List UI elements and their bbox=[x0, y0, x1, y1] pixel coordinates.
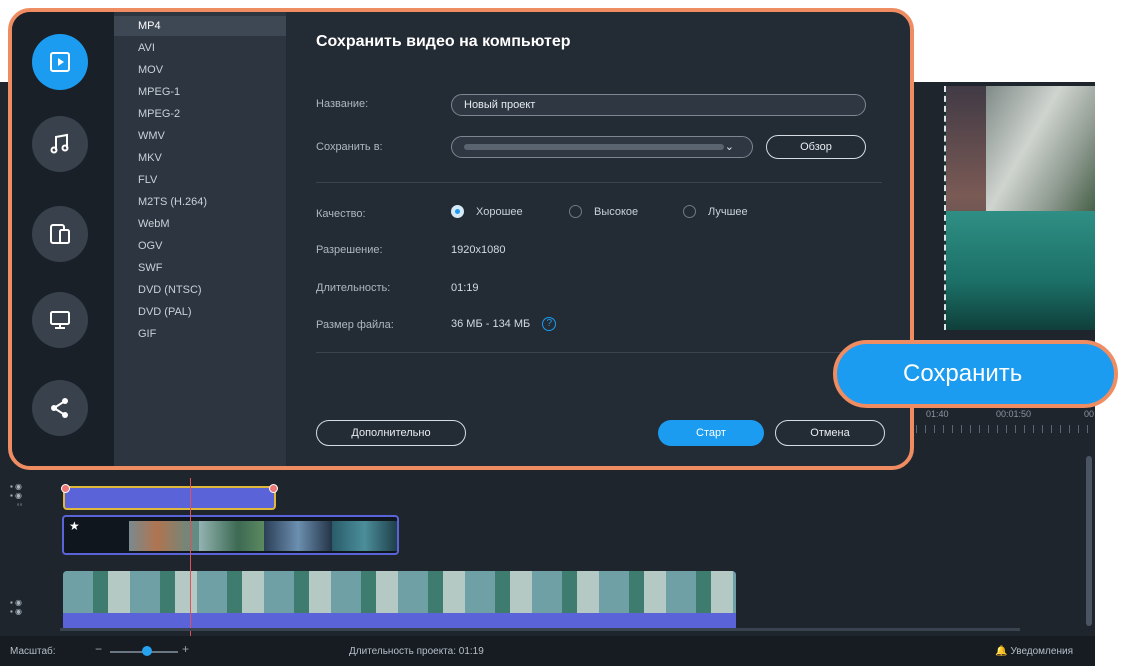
quality-option-best[interactable]: Лучшее bbox=[683, 205, 748, 218]
format-list: MP4 AVI MOV MPEG-1 MPEG-2 WMV MKV FLV M2… bbox=[114, 12, 286, 466]
format-item-dvd-ntsc[interactable]: DVD (NTSC) bbox=[114, 280, 286, 300]
video-clip[interactable] bbox=[63, 571, 736, 631]
status-bar: Масштаб: − + Длительность проекта: 01:19… bbox=[0, 636, 1095, 666]
radio-selected-icon[interactable] bbox=[451, 205, 464, 218]
clip-handle[interactable] bbox=[61, 484, 70, 493]
quality-option-label: Высокое bbox=[594, 205, 639, 218]
horizontal-scrollbar[interactable] bbox=[60, 628, 1020, 631]
radio-icon[interactable] bbox=[569, 205, 582, 218]
quality-option-label: Хорошее bbox=[476, 205, 523, 218]
clip-thumbnail bbox=[332, 521, 397, 551]
clip-thumbnail bbox=[199, 521, 264, 551]
ruler-label: 01:40 bbox=[926, 409, 949, 419]
start-button[interactable]: Старт bbox=[658, 420, 764, 446]
audio-track-controls[interactable]: ▪ ◉ ▪ ◉ ◦◦ bbox=[10, 482, 50, 509]
preview-water bbox=[946, 211, 1098, 330]
filesize-row: 36 МБ - 134 МБ? bbox=[451, 317, 557, 331]
ruler-label: 00 bbox=[1084, 409, 1095, 419]
export-category-sidebar bbox=[12, 12, 114, 466]
video-track-controls[interactable]: ▪ ◉ ▪ ◉ bbox=[10, 598, 50, 616]
zoom-out-icon[interactable]: − bbox=[95, 642, 102, 656]
ruler-label: 00:01:50 bbox=[996, 409, 1032, 419]
quality-label: Качество: bbox=[316, 208, 366, 220]
audio-clip[interactable] bbox=[61, 484, 278, 510]
format-item-ogv[interactable]: OGV bbox=[114, 236, 286, 256]
resolution-label: Разрешение: bbox=[316, 244, 383, 256]
cancel-button[interactable]: Отмена bbox=[775, 420, 885, 446]
notifications-label: Уведомления bbox=[1010, 646, 1073, 657]
format-item-swf[interactable]: SWF bbox=[114, 258, 286, 278]
format-item-webm[interactable]: WebM bbox=[114, 214, 286, 234]
divider bbox=[316, 182, 882, 183]
monitor-icon[interactable] bbox=[32, 292, 88, 348]
clip-handle[interactable] bbox=[269, 484, 278, 493]
format-item-flv[interactable]: FLV bbox=[114, 170, 286, 190]
star-icon: ★ bbox=[69, 519, 80, 533]
save-to-label: Сохранить в: bbox=[316, 141, 383, 153]
scale-label: Масштаб: bbox=[10, 646, 56, 657]
filesize-label: Размер файла: bbox=[316, 319, 394, 331]
resolution-value: 1920x1080 bbox=[451, 244, 506, 256]
playhead[interactable] bbox=[190, 478, 191, 636]
ruler-ticks bbox=[916, 425, 1096, 433]
quality-option-good[interactable]: Хорошее bbox=[451, 205, 523, 218]
save-path-field[interactable]: ⌄ bbox=[451, 136, 753, 158]
video-frames bbox=[63, 571, 736, 613]
quality-option-label: Лучшее bbox=[708, 205, 748, 218]
title-clip[interactable]: ★ bbox=[62, 515, 399, 555]
preview-cliff bbox=[986, 86, 1098, 216]
format-item-mp4[interactable]: MP4 bbox=[114, 16, 286, 36]
chevron-down-icon[interactable]: ⌄ bbox=[725, 137, 734, 157]
zoom-slider-knob[interactable] bbox=[142, 646, 152, 656]
music-note-icon[interactable] bbox=[32, 116, 88, 172]
format-item-m2ts[interactable]: M2TS (H.264) bbox=[114, 192, 286, 212]
bell-icon: 🔔 bbox=[995, 646, 1008, 657]
vertical-scrollbar[interactable] bbox=[1086, 456, 1092, 626]
video-preview[interactable] bbox=[944, 86, 1098, 330]
export-dialog: MP4 AVI MOV MPEG-1 MPEG-2 WMV MKV FLV M2… bbox=[8, 8, 914, 470]
export-settings: Сохранить видео на компьютер Название: Н… bbox=[286, 12, 910, 466]
format-item-wmv[interactable]: WMV bbox=[114, 126, 286, 146]
project-duration: Длительность проекта: 01:19 bbox=[349, 646, 484, 657]
clip-thumbnail bbox=[129, 521, 199, 551]
divider bbox=[316, 352, 882, 353]
format-item-gif[interactable]: GIF bbox=[114, 324, 286, 344]
browse-button[interactable]: Обзор bbox=[766, 135, 866, 159]
save-path-value bbox=[464, 144, 724, 151]
zoom-in-icon[interactable]: + bbox=[182, 642, 189, 656]
help-icon[interactable]: ? bbox=[542, 317, 557, 331]
format-item-mpeg1[interactable]: MPEG-1 bbox=[114, 82, 286, 102]
quality-option-high[interactable]: Высокое bbox=[569, 205, 638, 218]
format-item-mkv[interactable]: MKV bbox=[114, 148, 286, 168]
format-item-avi[interactable]: AVI bbox=[114, 38, 286, 58]
format-item-mpeg2[interactable]: MPEG-2 bbox=[114, 104, 286, 124]
name-label: Название: bbox=[316, 98, 369, 110]
save-button[interactable]: Сохранить bbox=[833, 340, 1118, 408]
devices-icon[interactable] bbox=[32, 206, 88, 262]
timeline-ruler: 01:40 00:01:50 00 bbox=[916, 405, 1096, 433]
app-window: 01:40 00:01:50 00 ▪ ◉ ▪ ◉ ◦◦ ▪ ◉ ▪ ◉ ★ Мас… bbox=[0, 0, 1121, 666]
share-icon[interactable] bbox=[32, 380, 88, 436]
format-item-mov[interactable]: MOV bbox=[114, 60, 286, 80]
advanced-button[interactable]: Дополнительно bbox=[316, 420, 466, 446]
radio-icon[interactable] bbox=[683, 205, 696, 218]
dialog-title: Сохранить видео на компьютер bbox=[316, 33, 571, 50]
notifications-button[interactable]: 🔔 Уведомления bbox=[995, 646, 1073, 657]
filesize-value: 36 МБ - 134 МБ bbox=[451, 317, 531, 330]
project-name-field[interactable]: Новый проект bbox=[451, 94, 866, 116]
clip-thumbnail bbox=[264, 521, 332, 551]
format-item-dvd-pal[interactable]: DVD (PAL) bbox=[114, 302, 286, 322]
duration-label: Длительность: bbox=[316, 282, 391, 294]
duration-value: 01:19 bbox=[451, 282, 479, 294]
video-file-icon[interactable] bbox=[32, 34, 88, 90]
right-background bbox=[1095, 0, 1121, 666]
